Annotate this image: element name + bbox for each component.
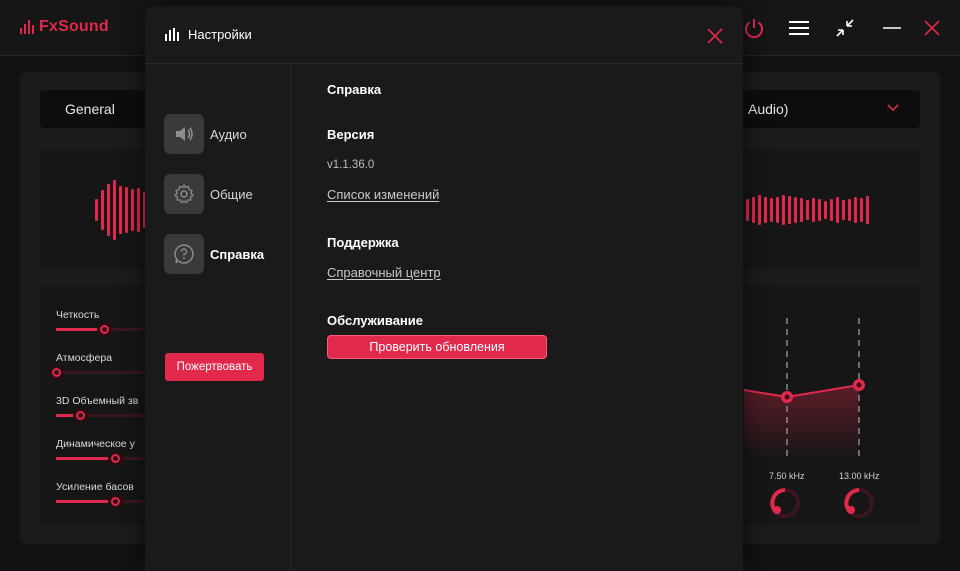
visualizer-bar <box>806 200 809 220</box>
effect-label: Атмосфера <box>56 352 113 364</box>
version-heading: Версия <box>327 127 375 142</box>
visualizer-bar <box>818 199 821 221</box>
speaker-icon <box>164 114 204 154</box>
check-updates-button[interactable]: Проверить обновления <box>327 335 547 359</box>
donate-button[interactable]: Пожертвовать <box>165 353 264 381</box>
effect-label: 3D Объемный зв <box>56 395 139 407</box>
settings-nav: Аудио Общие Справка Пожертвовать <box>145 64 291 571</box>
power-icon[interactable] <box>742 16 766 40</box>
visualizer-bar <box>800 198 803 222</box>
nav-label: Общие <box>210 186 253 202</box>
settings-dialog: Настройки Аудио Общие Справка Пожертвова… <box>145 6 743 571</box>
dialog-title: Настройки <box>188 27 252 42</box>
visualizer-bar <box>101 190 104 230</box>
effect-label: Четкость <box>56 309 100 321</box>
dialog-header: Настройки <box>145 6 743 64</box>
eq-freq-label: 13.00 kHz <box>839 471 880 481</box>
effect-label: Динамическое у <box>56 438 135 450</box>
visualizer-bar <box>794 197 797 223</box>
changelog-link[interactable]: Список изменений <box>327 187 439 202</box>
visualizer-bar <box>107 184 110 236</box>
visualizer-bar <box>758 195 761 225</box>
visualizer-bar <box>119 186 122 234</box>
visualizer-bar <box>842 200 845 220</box>
visualizer-bar <box>860 198 863 222</box>
effect-label: Усиление басов <box>56 481 134 493</box>
visualizer-bar <box>752 197 755 223</box>
maintenance-heading: Обслуживание <box>327 313 424 328</box>
section-title: Справка <box>327 82 382 97</box>
eq-freq-label: 7.50 kHz <box>769 471 805 481</box>
help-center-link[interactable]: Справочный центр <box>327 265 441 280</box>
visualizer-bar <box>125 187 128 233</box>
visualizer-bar <box>824 201 827 219</box>
slider-fill <box>56 457 116 460</box>
visualizer-wave-left <box>95 180 152 240</box>
nav-item-audio[interactable]: Аудио <box>164 114 247 154</box>
gear-icon <box>164 174 204 214</box>
nav-label: Аудио <box>210 126 247 142</box>
visualizer-bar <box>776 197 779 223</box>
help-content: Справка Версия v1.1.36.0 Список изменени… <box>291 64 743 571</box>
brand-name: FxSound <box>39 18 109 35</box>
effect-slider[interactable] <box>56 408 146 423</box>
eq-gain-dial[interactable] <box>768 486 802 520</box>
visualizer-bar <box>854 197 857 223</box>
slider-handle[interactable] <box>49 365 64 380</box>
visualizer-bar <box>137 188 140 232</box>
effect-slider[interactable] <box>56 494 146 509</box>
minimize-icon[interactable] <box>880 16 904 40</box>
help-icon <box>164 234 204 274</box>
visualizer-bar <box>131 189 134 231</box>
effect-slider[interactable] <box>56 451 146 466</box>
menu-icon[interactable] <box>787 16 811 40</box>
nav-label: Справка <box>210 246 265 262</box>
visualizer-bar <box>866 196 869 224</box>
equalizer-graph <box>744 318 865 460</box>
version-value: v1.1.36.0 <box>327 159 375 171</box>
close-icon[interactable] <box>705 26 725 46</box>
visualizer-bar <box>836 197 839 223</box>
visualizer-bar <box>788 196 791 224</box>
eq-gain-dial[interactable] <box>842 486 876 520</box>
visualizer-bar <box>113 180 116 240</box>
effect-slider[interactable] <box>56 322 146 337</box>
preset-label: General <box>65 101 115 117</box>
visualizer-bar <box>812 198 815 222</box>
app-logo: FxSound <box>20 18 109 36</box>
close-icon[interactable] <box>920 16 944 40</box>
support-heading: Поддержка <box>327 235 399 250</box>
slider-handle[interactable] <box>96 322 112 337</box>
visualizer-bar <box>770 198 773 222</box>
visualizer-bar <box>764 197 767 223</box>
visualizer-bar <box>746 199 749 221</box>
visualizer-bar <box>95 199 98 221</box>
settings-logo-icon <box>165 28 179 41</box>
nav-item-general[interactable]: Общие <box>164 174 253 214</box>
minimize-view-icon[interactable] <box>833 16 857 40</box>
output-device-label: Audio) <box>748 101 789 117</box>
visualizer-bar <box>830 199 833 221</box>
slider-fill <box>56 500 116 503</box>
visualizer-bar <box>848 199 851 221</box>
visualizer-bar <box>782 195 785 225</box>
effect-slider[interactable] <box>49 365 146 380</box>
chevron-down-icon[interactable] <box>886 101 900 120</box>
logo-bars-icon <box>20 20 34 34</box>
visualizer-wave-right <box>746 180 869 240</box>
nav-item-help[interactable]: Справка <box>164 234 264 274</box>
